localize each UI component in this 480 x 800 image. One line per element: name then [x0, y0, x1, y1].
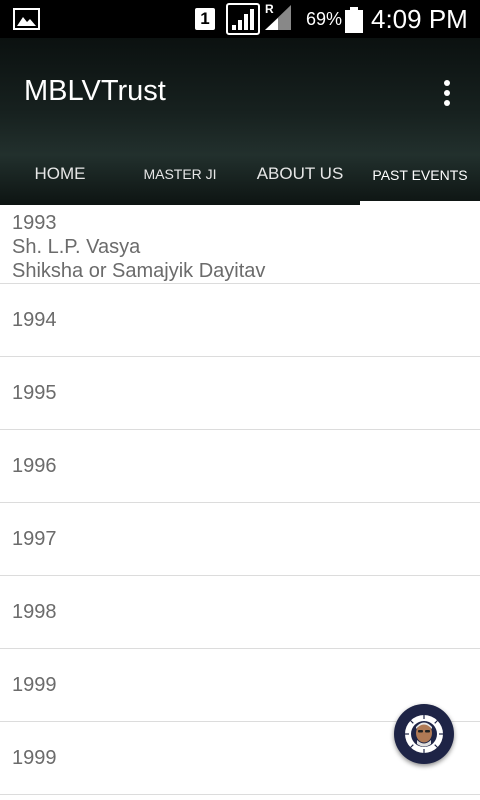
- gallery-icon: [13, 8, 40, 30]
- list-item[interactable]: 1994: [0, 284, 480, 357]
- app-title: MBLVTrust: [24, 75, 166, 107]
- list-item[interactable]: 1997: [0, 503, 480, 576]
- battery-icon: [345, 7, 363, 33]
- overflow-dot: [444, 80, 450, 86]
- tab-home[interactable]: HOME: [0, 143, 120, 205]
- tab-past-events[interactable]: PAST EVENTS: [360, 143, 480, 205]
- event-year: 1997: [12, 528, 57, 550]
- event-year: 1994: [12, 309, 57, 331]
- overflow-dot: [444, 100, 450, 106]
- list-item[interactable]: 1998: [0, 576, 480, 649]
- status-bar: 1 R 69% 4:09 PM: [0, 0, 480, 38]
- profile-avatar-icon: [405, 715, 443, 753]
- tab-bar: HOME MASTER JI ABOUT US PAST EVENTS: [0, 143, 480, 205]
- list-item[interactable]: 1996: [0, 430, 480, 503]
- floating-action-button[interactable]: [394, 704, 454, 764]
- sim-indicator: 1: [195, 8, 215, 30]
- overflow-dot: [444, 90, 450, 96]
- signal-strength-icon: [265, 5, 291, 30]
- list-item[interactable]: 1993 Sh. L.P. Vasya Shiksha or Samajyik …: [0, 205, 480, 284]
- tab-master-ji[interactable]: MASTER JI: [120, 143, 240, 205]
- app-bar: MBLVTrust HOME MASTER JI ABOUT US PAST E…: [0, 38, 480, 205]
- event-year: 1995: [12, 382, 57, 404]
- clock: 4:09 PM: [371, 4, 468, 34]
- battery-percent: 69%: [306, 9, 343, 29]
- event-person: Sh. L.P. Vasya: [12, 236, 141, 258]
- signal-strength-icon: [226, 3, 260, 35]
- event-title: Shiksha or Samajyik Dayitav: [12, 260, 266, 282]
- tab-about-us[interactable]: ABOUT US: [240, 143, 360, 205]
- event-year: 1998: [12, 601, 57, 623]
- list-item[interactable]: 1995: [0, 357, 480, 430]
- past-events-list: 1993 Sh. L.P. Vasya Shiksha or Samajyik …: [0, 205, 480, 795]
- event-year: 1996: [12, 455, 57, 477]
- event-year: 1993: [12, 212, 57, 234]
- overflow-menu-button[interactable]: [432, 76, 462, 110]
